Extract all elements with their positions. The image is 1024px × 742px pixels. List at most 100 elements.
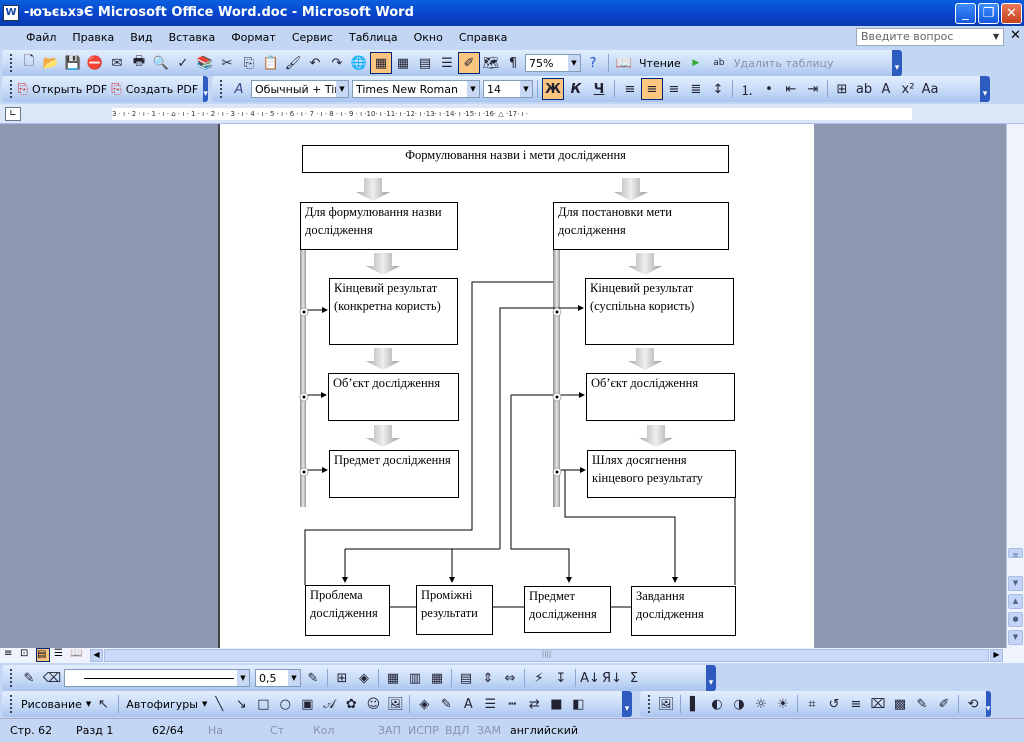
bottom-box-tasks[interactable]: Завдання дослідження bbox=[631, 586, 736, 636]
borders-icon[interactable]: ⊞ bbox=[331, 667, 353, 689]
horizontal-scrollbar[interactable]: ≡ ⊡ ▤ ☰ 📖 ◀ |||| ▶ bbox=[0, 648, 1024, 663]
more-brightness-icon[interactable]: ☼ bbox=[750, 693, 772, 715]
left-box-object[interactable]: Об’єкт дослідження bbox=[328, 373, 459, 421]
right-box-result[interactable]: Кінцевий результат (суспільна користь) bbox=[585, 278, 734, 345]
autoshapes-menu-button[interactable]: Автофигуры bbox=[123, 698, 201, 711]
insert-table-icon2[interactable]: ▦ bbox=[382, 667, 404, 689]
left-head-box[interactable]: Для формулювання назви дослідження bbox=[300, 202, 458, 250]
line-style-select[interactable]: ▼ bbox=[64, 669, 250, 687]
normal-view-icon[interactable]: ≡ bbox=[4, 648, 12, 659]
set-transparent-icon[interactable]: ✐ bbox=[933, 693, 955, 715]
print-layout-icon[interactable]: ▤ bbox=[36, 648, 50, 662]
autoformat-icon[interactable]: ⚡ bbox=[528, 667, 550, 689]
bottom-box-intermediate[interactable]: Проміжні результати bbox=[416, 585, 493, 635]
down-arrow bbox=[639, 425, 673, 447]
picture-icon[interactable]: 🖼 bbox=[384, 693, 406, 715]
status-at: На bbox=[208, 724, 224, 737]
status-trk[interactable]: ИСПР bbox=[408, 724, 439, 737]
more-contrast-icon[interactable]: ◐ bbox=[706, 693, 728, 715]
scroll-right-icon[interactable]: ▶ bbox=[990, 649, 1003, 662]
rotate-icon[interactable]: ↺ bbox=[823, 693, 845, 715]
down-arrow bbox=[628, 253, 662, 275]
tables-borders-toolbar: ✎ ⌫ ▼ 0,5 ▼ ✎ ⊞ ◈ ▦ ▥ ▦ ▤ ⇕ ⇔ ⚡ ↧ A↓ Я↓ Σ ▾ bbox=[2, 665, 716, 691]
scroll-thumb[interactable]: ≡ bbox=[1008, 548, 1023, 559]
color-icon[interactable]: ▌ bbox=[684, 693, 706, 715]
align-icon[interactable]: ▤ bbox=[455, 667, 477, 689]
text-direction-icon[interactable]: ↧ bbox=[550, 667, 572, 689]
picture-line-style-icon[interactable]: ≡ bbox=[845, 693, 867, 715]
line-color-icon[interactable]: ✎ bbox=[302, 667, 324, 689]
toolbar-gripper[interactable] bbox=[10, 669, 13, 687]
bottom-box-subject[interactable]: Предмет дослідження bbox=[524, 586, 611, 633]
left-box-result[interactable]: Кінцевий результат (конкретна користь) bbox=[329, 278, 458, 345]
textbox-icon[interactable]: ▣ bbox=[296, 693, 318, 715]
next-page-icon[interactable]: ▼ bbox=[1008, 630, 1023, 645]
crop-icon[interactable]: ⌗ bbox=[801, 693, 823, 715]
reading-view-icon[interactable]: 📖 bbox=[70, 648, 82, 659]
toolbar-gripper[interactable] bbox=[648, 695, 650, 713]
status-rec[interactable]: ЗАП bbox=[378, 724, 401, 737]
status-language[interactable]: английский bbox=[510, 724, 578, 737]
rectangle-icon[interactable]: □ bbox=[252, 693, 274, 715]
fill-color-icon[interactable]: ◈ bbox=[413, 693, 435, 715]
arrow-icon[interactable]: ↘ bbox=[230, 693, 252, 715]
scroll-left-icon[interactable]: ◀ bbox=[90, 649, 103, 662]
status-col: Кол bbox=[313, 724, 335, 737]
draw-table-icon[interactable]: ✎ bbox=[18, 667, 40, 689]
bottom-box-problem[interactable]: Проблема дослідження bbox=[305, 585, 390, 636]
font-color-icon[interactable]: A bbox=[457, 693, 479, 715]
insert-picture-icon[interactable]: 🖼 bbox=[655, 693, 677, 715]
browse-object-icon[interactable]: ● bbox=[1008, 612, 1023, 627]
autosum-icon[interactable]: Σ bbox=[623, 667, 645, 689]
line-weight-value: 0,5 bbox=[259, 671, 277, 685]
toolbar-gripper[interactable] bbox=[10, 695, 13, 713]
diagram-icon[interactable]: ✿ bbox=[340, 693, 362, 715]
vertical-scrollbar[interactable]: ≡ ▼ ▲ ● ▼ bbox=[1006, 124, 1024, 648]
format-picture-icon[interactable]: ✎ bbox=[911, 693, 933, 715]
horizontal-scroll-thumb[interactable]: |||| bbox=[104, 649, 989, 662]
toolbar-options-icon[interactable]: ▾ bbox=[622, 691, 632, 717]
right-head-box[interactable]: Для постановки мети дослідження bbox=[553, 202, 729, 250]
status-pages: 62/64 bbox=[152, 724, 184, 737]
line-style-icon[interactable]: ☰ bbox=[479, 693, 501, 715]
previous-page-icon[interactable]: ▲ bbox=[1008, 594, 1023, 609]
split-cells-icon[interactable]: ▦ bbox=[426, 667, 448, 689]
outline-view-icon[interactable]: ☰ bbox=[54, 648, 63, 659]
status-ext[interactable]: ВДЛ bbox=[445, 724, 469, 737]
sort-desc-icon[interactable]: Я↓ bbox=[601, 667, 623, 689]
scroll-down-icon[interactable]: ▼ bbox=[1008, 576, 1023, 591]
compress-icon[interactable]: ⌧ bbox=[867, 693, 889, 715]
web-view-icon[interactable]: ⊡ bbox=[20, 648, 28, 659]
oval-icon[interactable]: ○ bbox=[274, 693, 296, 715]
drawing-menu-button[interactable]: Рисование bbox=[18, 698, 85, 711]
toolbar-options-icon[interactable]: ▾ bbox=[706, 665, 716, 691]
distribute-cols-icon[interactable]: ⇔ bbox=[499, 667, 521, 689]
eraser-icon[interactable]: ⌫ bbox=[41, 667, 63, 689]
less-brightness-icon[interactable]: ☀ bbox=[772, 693, 794, 715]
line-color-icon[interactable]: ✎ bbox=[435, 693, 457, 715]
less-contrast-icon[interactable]: ◑ bbox=[728, 693, 750, 715]
text-wrap-icon[interactable]: ▩ bbox=[889, 693, 911, 715]
select-objects-icon[interactable]: ↖ bbox=[92, 693, 114, 715]
toolbar-options-icon[interactable]: ▾ bbox=[986, 691, 991, 717]
dash-style-icon[interactable]: ┅ bbox=[501, 693, 523, 715]
shading-icon[interactable]: ◈ bbox=[353, 667, 375, 689]
right-box-object[interactable]: Об’єкт дослідження bbox=[586, 373, 735, 421]
3d-icon[interactable]: ◧ bbox=[567, 693, 589, 715]
status-ovr[interactable]: ЗАМ bbox=[477, 724, 501, 737]
merge-cells-icon[interactable]: ▥ bbox=[404, 667, 426, 689]
clipart-icon[interactable]: ☺ bbox=[362, 693, 384, 715]
sort-asc-icon[interactable]: A↓ bbox=[579, 667, 601, 689]
shadow-icon[interactable]: ■ bbox=[545, 693, 567, 715]
distribute-rows-icon[interactable]: ⇕ bbox=[477, 667, 499, 689]
right-box-path[interactable]: Шлях досягнення кінцевого результату bbox=[587, 450, 736, 498]
line-icon[interactable]: ╲ bbox=[208, 693, 230, 715]
chevron-down-icon: ▼ bbox=[237, 670, 249, 686]
line-weight-select[interactable]: 0,5 ▼ bbox=[255, 669, 301, 687]
reset-picture-icon[interactable]: ⟲ bbox=[962, 693, 984, 715]
status-line: Ст bbox=[270, 724, 285, 737]
left-box-subject[interactable]: Предмет дослідження bbox=[329, 450, 459, 498]
arrow-style-icon[interactable]: ⇄ bbox=[523, 693, 545, 715]
wordart-icon[interactable]: 𝒜 bbox=[318, 693, 340, 715]
diagram-title-box[interactable]: Формулювання назви і мети дослідження bbox=[302, 145, 729, 173]
